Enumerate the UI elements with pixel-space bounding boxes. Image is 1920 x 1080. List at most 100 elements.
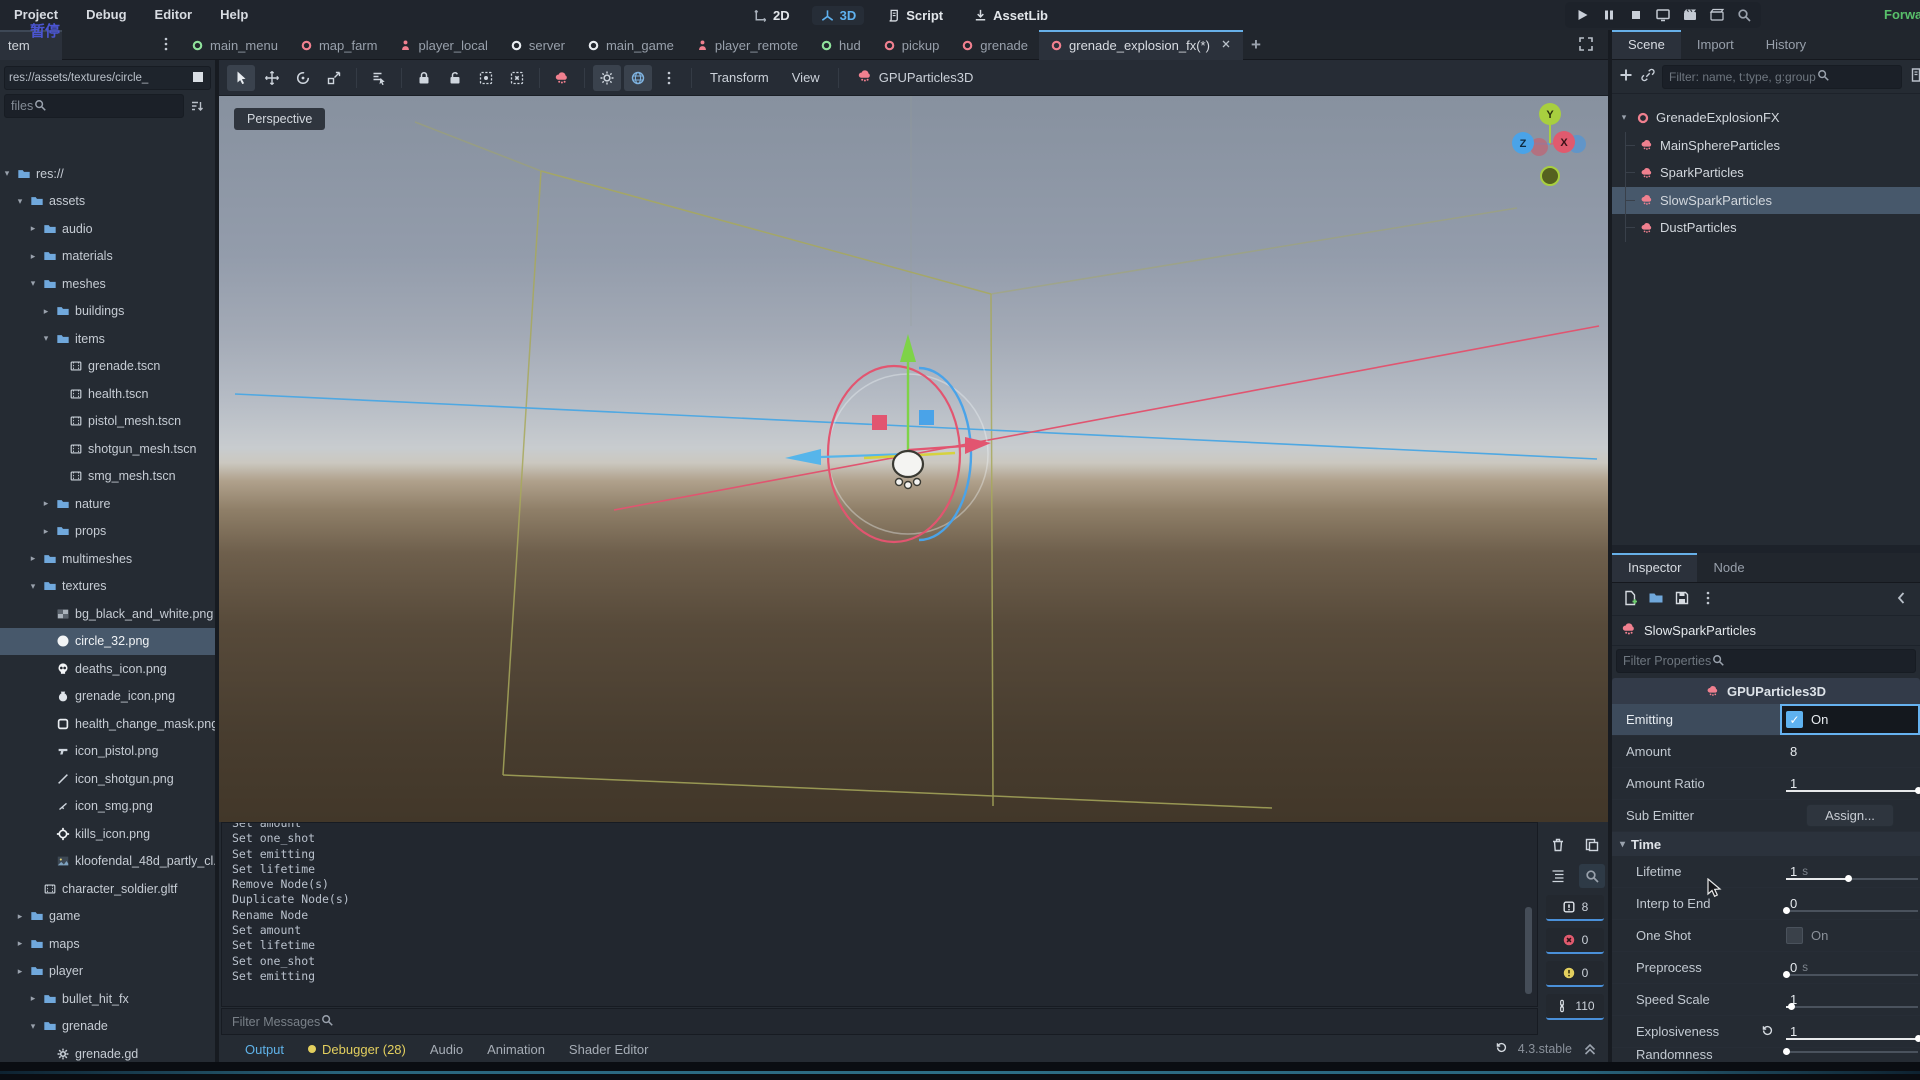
file-row[interactable]: ▾meshes — [0, 270, 215, 298]
scene-tab-main-game[interactable]: main_game — [576, 30, 685, 60]
expander-icon[interactable]: ▸ — [15, 966, 25, 977]
expander-icon[interactable]: ▾ — [15, 196, 25, 207]
file-row[interactable]: ▸game — [0, 903, 215, 931]
file-row[interactable]: icon_shotgun.png — [0, 765, 215, 793]
property-value[interactable]: 1s — [1780, 856, 1920, 887]
unlock-icon[interactable] — [441, 65, 469, 91]
file-row[interactable]: ▸materials — [0, 243, 215, 271]
expander-icon[interactable]: ▸ — [41, 526, 51, 537]
slider-knob[interactable] — [1915, 787, 1920, 794]
scene-tab-hud[interactable]: hud — [809, 30, 872, 60]
file-row[interactable]: ▸bullet_hit_fx — [0, 985, 215, 1013]
assign-button[interactable]: Assign... — [1806, 804, 1894, 827]
gpuparticles3d-menu[interactable]: GPUParticles3D — [847, 65, 984, 91]
scene-tab-player-remote[interactable]: player_remote — [685, 30, 809, 60]
close-icon[interactable] — [1220, 38, 1232, 53]
slider-knob[interactable] — [1783, 907, 1790, 914]
slider-knob[interactable] — [1783, 1048, 1790, 1055]
file-row[interactable]: ▸buildings — [0, 298, 215, 326]
scene-node-row[interactable]: SparkParticles — [1612, 159, 1920, 187]
copy-log-icon[interactable] — [1579, 833, 1605, 857]
file-row[interactable]: pistol_mesh.tscn — [0, 408, 215, 436]
bottom-tab-shader-editor[interactable]: Shader Editor — [569, 1042, 649, 1057]
scene-tab-grenade-explosion-fx[interactable]: grenade_explosion_fx(*) — [1039, 30, 1243, 60]
profiler-lens-icon[interactable] — [1735, 6, 1753, 24]
search-log-icon[interactable] — [1579, 864, 1605, 888]
badge-error-badge[interactable]: 0 — [1546, 928, 1604, 954]
slider-knob[interactable] — [1845, 875, 1852, 882]
perspective-menu[interactable]: Perspective — [234, 108, 325, 130]
menu-editor[interactable]: Editor — [141, 0, 207, 30]
file-row[interactable]: ▸audio — [0, 215, 215, 243]
filter-properties-input[interactable]: Filter Properties — [1616, 649, 1916, 673]
bottom-tab-audio[interactable]: Audio — [430, 1042, 463, 1057]
file-row[interactable]: icon_pistol.png — [0, 738, 215, 766]
resource-menu-icon[interactable] — [1700, 590, 1716, 609]
tab-scene[interactable]: Scene — [1612, 30, 1681, 59]
group-icon[interactable] — [472, 65, 500, 91]
attach-script-icon[interactable] — [1908, 67, 1920, 86]
file-row[interactable]: grenade.tscn — [0, 353, 215, 381]
property-value[interactable]: ✓On — [1780, 704, 1920, 735]
list-select-tool-button[interactable] — [365, 65, 393, 91]
checkbox[interactable] — [1786, 927, 1803, 944]
remote-debug-icon[interactable] — [1654, 6, 1672, 24]
stop-button[interactable] — [1627, 6, 1645, 24]
property-value[interactable]: On — [1780, 920, 1920, 951]
scale-tool-button[interactable] — [320, 65, 348, 91]
scene-filter-input[interactable]: Filter: name, t:type, g:group — [1662, 65, 1902, 89]
bottom-tab-output[interactable]: Output — [245, 1042, 284, 1057]
sort-files-icon[interactable] — [189, 98, 205, 117]
file-row[interactable]: grenade_icon.png — [0, 683, 215, 711]
slider[interactable] — [1786, 1048, 1918, 1056]
file-row[interactable]: ▾textures — [0, 573, 215, 601]
bottom-tab-debugger-28[interactable]: Debugger (28) — [308, 1042, 406, 1057]
view-menu[interactable]: View — [782, 65, 830, 91]
property-value[interactable]: 1 — [1780, 768, 1920, 799]
pause-button[interactable] — [1600, 6, 1618, 24]
add-node-icon[interactable] — [1618, 67, 1634, 86]
sun-env-menu-icon[interactable] — [655, 65, 683, 91]
expander-icon[interactable]: ▾ — [1618, 112, 1630, 123]
property-value[interactable]: 0s — [1780, 952, 1920, 983]
checkbox[interactable]: ✓ — [1786, 711, 1803, 728]
expander-icon[interactable]: ▸ — [28, 251, 38, 262]
output-scrollbar[interactable] — [1525, 824, 1532, 1005]
property-value[interactable] — [1780, 1048, 1920, 1060]
scene-tab-map-farm[interactable]: map_farm — [289, 30, 389, 60]
expander-icon[interactable]: ▾ — [28, 278, 38, 289]
expand-bottom-panel-icon[interactable] — [1582, 1040, 1598, 1059]
scene-tab-server[interactable]: server — [499, 30, 576, 60]
property-value[interactable]: 0 — [1780, 888, 1920, 919]
badge-message-badge[interactable]: 8 — [1546, 895, 1604, 921]
transform-menu[interactable]: Transform — [700, 65, 779, 91]
file-row[interactable]: ▸maps — [0, 930, 215, 958]
file-row[interactable]: ▾assets — [0, 188, 215, 216]
scene-node-row[interactable]: ▾GrenadeExplosionFX — [1612, 104, 1920, 132]
select-tool-button[interactable] — [227, 65, 255, 91]
sun-preview-icon[interactable] — [593, 65, 621, 91]
mode-button-2d[interactable]: 2D — [745, 6, 798, 25]
output-log[interactable]: Set amountSet one_shotSet emittingSet li… — [221, 822, 1538, 1007]
movie-maker-icon[interactable] — [1681, 6, 1699, 24]
add-scene-tab-button[interactable]: + — [1243, 30, 1269, 60]
slider[interactable] — [1786, 1003, 1918, 1011]
slider[interactable] — [1786, 907, 1918, 915]
property-value[interactable]: 1 — [1780, 1016, 1920, 1047]
filesystem-filter-input[interactable]: files — [4, 94, 184, 118]
filesystem-path[interactable]: res://assets/textures/circle_ — [4, 66, 211, 90]
file-row[interactable]: ▾items — [0, 325, 215, 353]
copy-path-icon[interactable] — [190, 69, 206, 88]
file-row[interactable]: ▸nature — [0, 490, 215, 518]
expander-icon[interactable]: ▸ — [41, 498, 51, 509]
property-value[interactable]: Assign... — [1780, 800, 1920, 831]
property-value[interactable]: 1 — [1780, 984, 1920, 1015]
slider-knob[interactable] — [1783, 971, 1790, 978]
file-row[interactable]: grenade.gd — [0, 1040, 215, 1062]
menu-help[interactable]: Help — [206, 0, 262, 30]
expander-icon[interactable]: ▾ — [2, 168, 12, 179]
badge-warning-badge[interactable]: 0 — [1546, 961, 1604, 987]
expander-icon[interactable]: ▸ — [41, 306, 51, 317]
collapse-tree-icon[interactable] — [1545, 864, 1571, 888]
tab-history[interactable]: History — [1750, 30, 1822, 59]
